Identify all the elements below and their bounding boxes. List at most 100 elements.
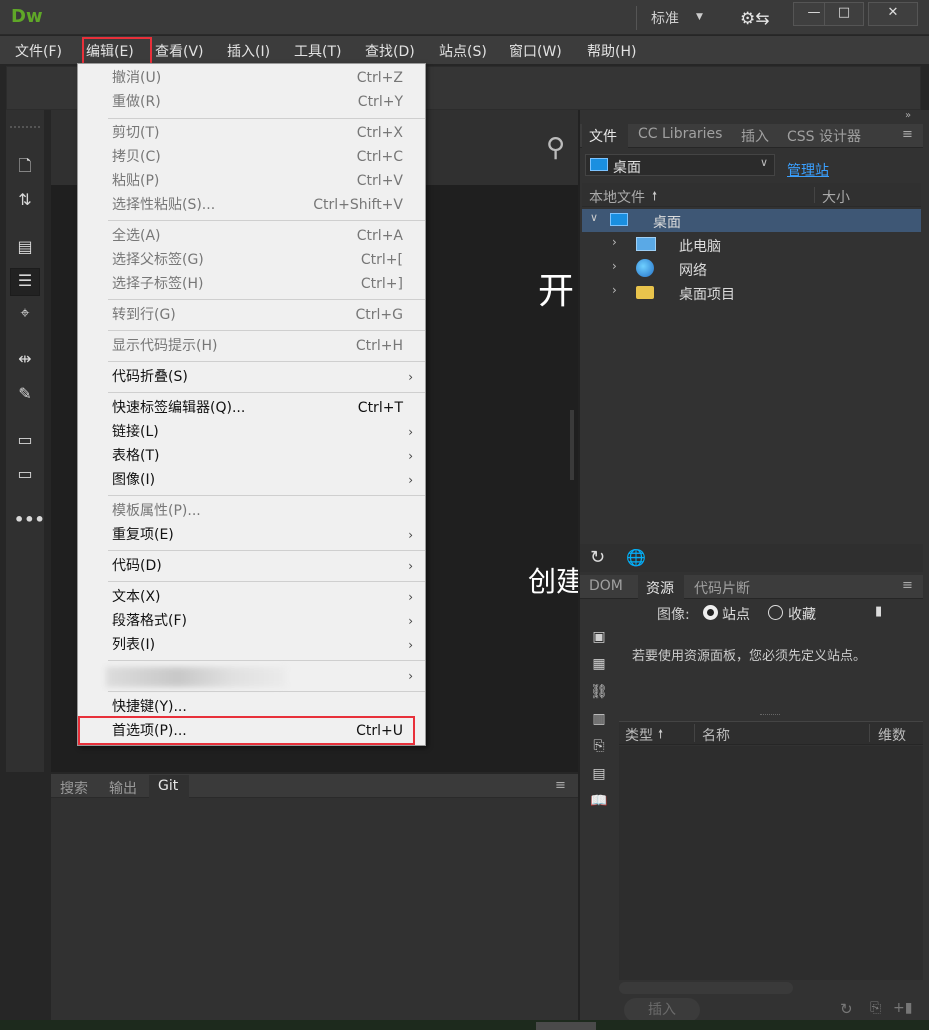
expand-icon[interactable]: ⇹ — [14, 348, 36, 370]
menu-item-text[interactable]: 文本(X) › — [78, 585, 425, 609]
horizontal-scrollbar[interactable] — [619, 982, 793, 994]
crosshair-icon[interactable]: ⌖ — [14, 302, 36, 324]
insert-button[interactable]: 插入 — [624, 998, 700, 1022]
menu-item-goto-line[interactable]: 转到行(G) Ctrl+G — [78, 303, 425, 327]
radio-site-label[interactable]: 站点 — [722, 604, 750, 624]
col-dimensions[interactable]: 维数 — [878, 725, 906, 745]
tab-insert[interactable]: 插入 — [741, 126, 769, 146]
panel-menu-icon[interactable]: ≡ — [902, 127, 913, 142]
drag-grip[interactable] — [10, 126, 40, 132]
menu-item-code[interactable]: 代码(D) › — [78, 554, 425, 578]
menu-find[interactable]: 查找(D) — [365, 41, 415, 61]
chevron-down-icon[interactable]: ▼ — [696, 12, 703, 22]
collapse-icon[interactable]: » — [905, 110, 911, 121]
tab-css-designer[interactable]: CSS 设计器 — [787, 126, 861, 146]
menu-item-repeating[interactable]: 重复项(E) › — [78, 523, 425, 547]
connect-icon[interactable]: 🌐 — [626, 548, 646, 567]
library-icon[interactable]: 📖 — [589, 792, 609, 810]
tab-git[interactable]: Git — [158, 778, 178, 794]
menu-item-code-collapse[interactable]: 代码折叠(S) › — [78, 365, 425, 389]
more-icon[interactable]: ••• — [14, 509, 45, 531]
menu-item-copy[interactable]: 拷贝(C) Ctrl+C — [78, 145, 425, 169]
vertical-scrollbar[interactable] — [570, 410, 574, 480]
col-name[interactable]: 名称 — [702, 725, 730, 745]
tree-row-selected[interactable] — [582, 209, 921, 232]
urls-icon[interactable]: ⛓ — [589, 683, 609, 701]
sort-arrows-icon[interactable]: ⇅ — [14, 189, 36, 211]
tab-search[interactable]: 搜索 — [60, 778, 88, 798]
pen-icon[interactable]: ✎ — [14, 383, 36, 405]
menu-item-select-parent[interactable]: 选择父标签(G) Ctrl+[ — [78, 248, 425, 272]
menu-file[interactable]: 文件(F) — [15, 41, 62, 61]
menu-item-redo[interactable]: 重做(R) Ctrl+Y — [78, 90, 425, 114]
menu-item-template-props[interactable]: 模板属性(P)... — [78, 499, 425, 523]
close-button[interactable]: ✕ — [868, 2, 918, 26]
colors-icon[interactable]: ▦ — [589, 655, 609, 673]
manage-sites-link[interactable]: 管理站 — [787, 160, 829, 180]
menu-item-obscured[interactable]: › — [78, 664, 425, 688]
templates-icon[interactable]: ▤ — [589, 765, 609, 783]
menu-insert[interactable]: 插入(I) — [227, 41, 270, 61]
chevron-right-icon[interactable]: › — [612, 235, 617, 249]
col-type[interactable]: 类型 — [625, 725, 653, 745]
radio-site[interactable] — [703, 605, 718, 620]
images-icon[interactable]: ▣ — [589, 628, 609, 646]
chevron-right-icon[interactable]: › — [612, 283, 617, 297]
tab-output[interactable]: 输出 — [109, 778, 137, 798]
menu-item-table[interactable]: 表格(T) › — [78, 444, 425, 468]
edit-icon[interactable]: ⎘ — [870, 1000, 881, 1016]
menu-item-paste[interactable]: 粘贴(P) Ctrl+V — [78, 169, 425, 193]
taskbar-item[interactable] — [536, 1022, 596, 1030]
gear-sync-icon[interactable]: ⚙⇆ — [740, 9, 769, 29]
menu-item-paste-special[interactable]: 选择性粘贴(S)... Ctrl+Shift+V — [78, 193, 425, 217]
menu-item-select-all[interactable]: 全选(A) Ctrl+A — [78, 224, 425, 248]
menu-help[interactable]: 帮助(H) — [587, 41, 636, 61]
refresh-icon[interactable]: ↻ — [590, 547, 605, 568]
menu-view[interactable]: 查看(V) — [155, 41, 204, 61]
radio-favorites[interactable] — [768, 605, 783, 620]
search-icon[interactable]: ⚲ — [546, 133, 565, 163]
tab-assets[interactable]: 资源 — [646, 578, 674, 598]
media-icon[interactable]: ▥ — [589, 710, 609, 728]
panel-menu-icon[interactable]: ≡ — [902, 578, 913, 593]
menu-item-list[interactable]: 列表(I) › — [78, 633, 425, 657]
menu-item-undo[interactable]: 撤消(U) Ctrl+Z — [78, 66, 425, 90]
chevron-right-icon[interactable]: › — [612, 259, 617, 273]
menu-item-code-hints[interactable]: 显示代码提示(H) Ctrl+H — [78, 334, 425, 358]
remove-comment-icon[interactable]: ▭ — [14, 463, 36, 485]
menu-item-cut[interactable]: 剪切(T) Ctrl+X — [78, 121, 425, 145]
live-view-icon[interactable]: ▤ — [14, 236, 36, 258]
tab-cc-libraries[interactable]: CC Libraries — [638, 126, 722, 142]
new-file-icon[interactable]: 🗋 — [14, 155, 36, 177]
menu-tools[interactable]: 工具(T) — [294, 41, 341, 61]
menu-window[interactable]: 窗口(W) — [509, 41, 562, 61]
workspace-switcher[interactable]: 标准 — [651, 8, 679, 28]
format-source-icon[interactable]: ☰ — [14, 270, 36, 292]
col-size[interactable]: 大小 — [822, 187, 850, 207]
assets-list[interactable] — [619, 746, 923, 980]
refresh-icon[interactable]: ↻ — [840, 1000, 853, 1018]
chevron-down-icon[interactable]: ∨ — [590, 211, 598, 224]
col-local-files[interactable]: 本地文件 — [589, 187, 645, 207]
tree-item-network[interactable]: 网络 — [679, 260, 707, 284]
tab-files[interactable]: 文件 — [589, 126, 617, 146]
radio-favorites-label[interactable]: 收藏 — [788, 604, 816, 624]
menu-site[interactable]: 站点(S) — [439, 41, 487, 61]
panel-menu-icon[interactable]: ≡ — [555, 778, 566, 793]
splitter-grip[interactable] — [760, 714, 780, 717]
menu-item-link[interactable]: 链接(L) › — [78, 420, 425, 444]
menu-item-paragraph[interactable]: 段落格式(F) › — [78, 609, 425, 633]
menu-item-quick-tag-editor[interactable]: 快速标签编辑器(Q)... Ctrl+T — [78, 396, 425, 420]
tree-item-desktop[interactable]: 桌面 — [653, 212, 681, 236]
comment-icon[interactable]: ▭ — [14, 429, 36, 451]
maximize-button[interactable]: □ — [824, 2, 864, 26]
menu-item-select-child[interactable]: 选择子标签(H) Ctrl+] — [78, 272, 425, 296]
tab-dom[interactable]: DOM — [589, 578, 623, 594]
tree-item-desktop-projects[interactable]: 桌面项目 — [679, 284, 735, 308]
tree-item-computer[interactable]: 此电脑 — [679, 236, 721, 260]
tab-snippets[interactable]: 代码片断 — [694, 578, 750, 598]
scripts-icon[interactable]: ⎘ — [589, 737, 609, 755]
bookmark-icon[interactable]: ▮ — [875, 604, 882, 619]
chevron-down-icon[interactable]: ∨ — [760, 156, 768, 169]
add-favorite-icon[interactable]: +▮ — [893, 1000, 912, 1016]
